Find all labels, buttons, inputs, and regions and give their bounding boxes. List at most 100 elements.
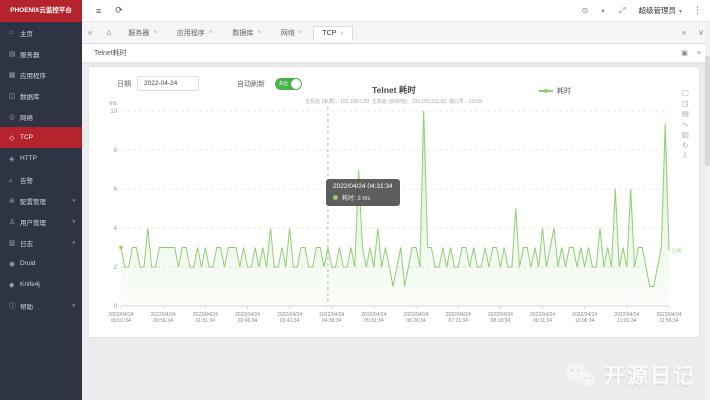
sidebar-item-home-icon: ⌂ [9, 29, 20, 36]
sidebar-item-http[interactable]: ◈HTTP [0, 148, 82, 169]
tabs-scroll-left-icon[interactable]: « [88, 28, 92, 37]
sidebar-item-logs[interactable]: ▥日志 ▾ [0, 232, 82, 253]
sidebar-item-tcp-icon: ◇ [9, 134, 20, 142]
tab-label: 服务器 [128, 28, 149, 38]
chart-title: Telnet 耗时 [89, 84, 699, 96]
sidebar-item-label: 日志 [20, 238, 33, 248]
tab-close-icon[interactable]: × [209, 30, 213, 36]
sidebar-item-servers-icon: ▤ [9, 50, 20, 58]
tab-applications[interactable]: 应用程序× [168, 24, 222, 42]
sidebar-item-network-icon: ◎ [9, 113, 20, 121]
svg-text:00:01:34: 00:01:34 [111, 318, 131, 324]
svg-text:10: 10 [110, 109, 117, 115]
svg-text:06:26:34: 06:26:34 [406, 318, 426, 324]
tab-network[interactable]: 网络 × [272, 24, 312, 42]
refresh-icon[interactable]: ⟳ [115, 5, 123, 16]
sidebar-item-druid[interactable]: ◉Druid [0, 253, 82, 274]
legend-line-marker-icon [539, 90, 553, 92]
sidebar-item-alarm[interactable]: ▵告警 [0, 169, 82, 190]
sidebar-item-label: 数据库 [20, 91, 40, 101]
sidebar-item-users-icon: ♙ [9, 218, 20, 226]
tab-close-icon[interactable]: × [153, 30, 157, 36]
scrollbar-thumb[interactable] [705, 56, 710, 166]
sidebar-item-database[interactable]: ◫数据库 [0, 85, 82, 106]
sidebar-item-knife4j-icon: ◆ [9, 281, 20, 289]
tabs-scroll-right-icon[interactable]: » [682, 28, 686, 37]
sidebar-item-label: HTTP [20, 155, 37, 162]
sidebar-item-logs-icon: ▥ [9, 239, 20, 247]
telnet-chart-card: 日期 自动刷新 开启 Telnet 耗时 主机名 (来源)：192.168.0.… [88, 66, 700, 338]
svg-text:2: 2 [114, 265, 118, 271]
sidebar-item-label: 配置管理 [20, 196, 46, 206]
wechat-icon [564, 361, 598, 389]
sidebar-item-alarm-icon: ▵ [9, 176, 20, 184]
tab-close-icon[interactable]: × [299, 30, 303, 36]
svg-text:04:36:34: 04:36:34 [322, 318, 342, 324]
svg-text:6: 6 [114, 187, 118, 193]
fullscreen-icon[interactable]: ⤢ [619, 6, 625, 16]
sidebar-item-home[interactable]: ⌂主页 [0, 22, 82, 43]
svg-text:0: 0 [114, 304, 118, 310]
panel-close-icon[interactable]: × [697, 50, 701, 57]
home-tab-icon[interactable]: ⌂ [106, 28, 111, 37]
sidebar-item-help[interactable]: ⓘ帮助▾ [0, 295, 82, 316]
sidebar-item-label: 用户管理 [20, 217, 46, 227]
panel-header: Telnet耗时 ▣ × [82, 44, 710, 63]
svg-text:03:41:34: 03:41:34 [280, 318, 300, 324]
tab-database[interactable]: 数据库 × [223, 24, 270, 42]
tabs-chevron-down-icon[interactable]: ∨ [698, 28, 704, 37]
telnet-latency-chart: 0246810ms2022/04/2400:01:342022/04/2400:… [95, 97, 695, 329]
sidebar-item-applications-icon: ▦ [9, 71, 20, 79]
sidebar-item-label: 服务器 [20, 49, 40, 59]
sidebar-item-label: 告警 [20, 175, 33, 185]
theme-icon[interactable]: ◐ [601, 6, 606, 15]
search-icon[interactable]: ⊙ [582, 6, 589, 15]
sidebar-item-network[interactable]: ◎网络 [0, 106, 82, 127]
chevron-down-icon: ▾ [72, 219, 75, 225]
window-restore-icon[interactable]: ▣ [681, 49, 688, 57]
svg-text:02:46:34: 02:46:34 [238, 318, 258, 324]
watermark: 开源日记 [564, 360, 696, 390]
sidebar-item-config-icon: ⊛ [9, 197, 20, 205]
svg-text:00:56:34: 00:56:34 [153, 318, 173, 324]
user-menu[interactable]: 超级管理员 ▼ [638, 5, 683, 16]
sidebar-item-label: 帮助 [20, 301, 33, 311]
sidebar-item-knife4j[interactable]: ◆Knife4j [0, 274, 82, 295]
svg-text:2.85: 2.85 [672, 248, 682, 254]
sidebar-item-config[interactable]: ⊛配置管理▾ [0, 190, 82, 211]
svg-text:01:51:34: 01:51:34 [196, 318, 216, 324]
sidebar-item-label: 网络 [20, 112, 33, 122]
sidebar-item-label: 主页 [20, 28, 33, 38]
watermark-text: 开源日记 [604, 360, 696, 390]
tab-label: 数据库 [232, 28, 253, 38]
sidebar-item-label: 应用程序 [20, 70, 46, 80]
sidebar-menu: ⌂主页▤服务器▦应用程序◫数据库◎网络◇TCP◈HTTP▵告警⊛配置管理▾♙用户… [0, 22, 82, 316]
tab-label: 网络 [281, 28, 295, 38]
more-options-icon[interactable]: ⋮ [693, 5, 702, 16]
tab-tcp[interactable]: TCP× [313, 26, 353, 41]
svg-text:10:06:34: 10:06:34 [575, 318, 595, 324]
svg-text:4: 4 [114, 226, 118, 232]
sidebar-item-tcp[interactable]: ◇TCP [0, 127, 82, 148]
tab-close-icon[interactable]: × [340, 31, 344, 37]
tab-close-icon[interactable]: × [257, 30, 261, 36]
sidebar-item-database-icon: ◫ [9, 92, 20, 100]
page-title: Telnet耗时 [94, 48, 127, 58]
app-logo: PHOENIX云监控平台 [0, 0, 82, 22]
menu-collapse-icon[interactable]: ≡ [96, 6, 101, 16]
svg-text:11:56:34: 11:56:34 [659, 318, 678, 324]
chevron-down-icon: ▾ [72, 240, 75, 246]
svg-text:8: 8 [114, 148, 118, 154]
tab-servers[interactable]: 服务器 × [119, 24, 166, 42]
sidebar-item-label: Druid [20, 260, 36, 267]
page-scrollbar[interactable] [705, 22, 710, 400]
legend-item-latency[interactable]: 耗时 [539, 86, 571, 96]
sidebar-item-users[interactable]: ♙用户管理 ▾ [0, 211, 82, 232]
sidebar-item-applications[interactable]: ▦应用程序 [0, 64, 82, 85]
svg-text:11:01:34: 11:01:34 [617, 318, 636, 324]
svg-text:ms: ms [109, 101, 117, 107]
sidebar-item-servers[interactable]: ▤服务器 [0, 43, 82, 64]
sidebar-item-label: Knife4j [20, 281, 40, 288]
chevron-down-icon: ▾ [72, 303, 75, 309]
svg-text:09:11:34: 09:11:34 [533, 318, 552, 324]
